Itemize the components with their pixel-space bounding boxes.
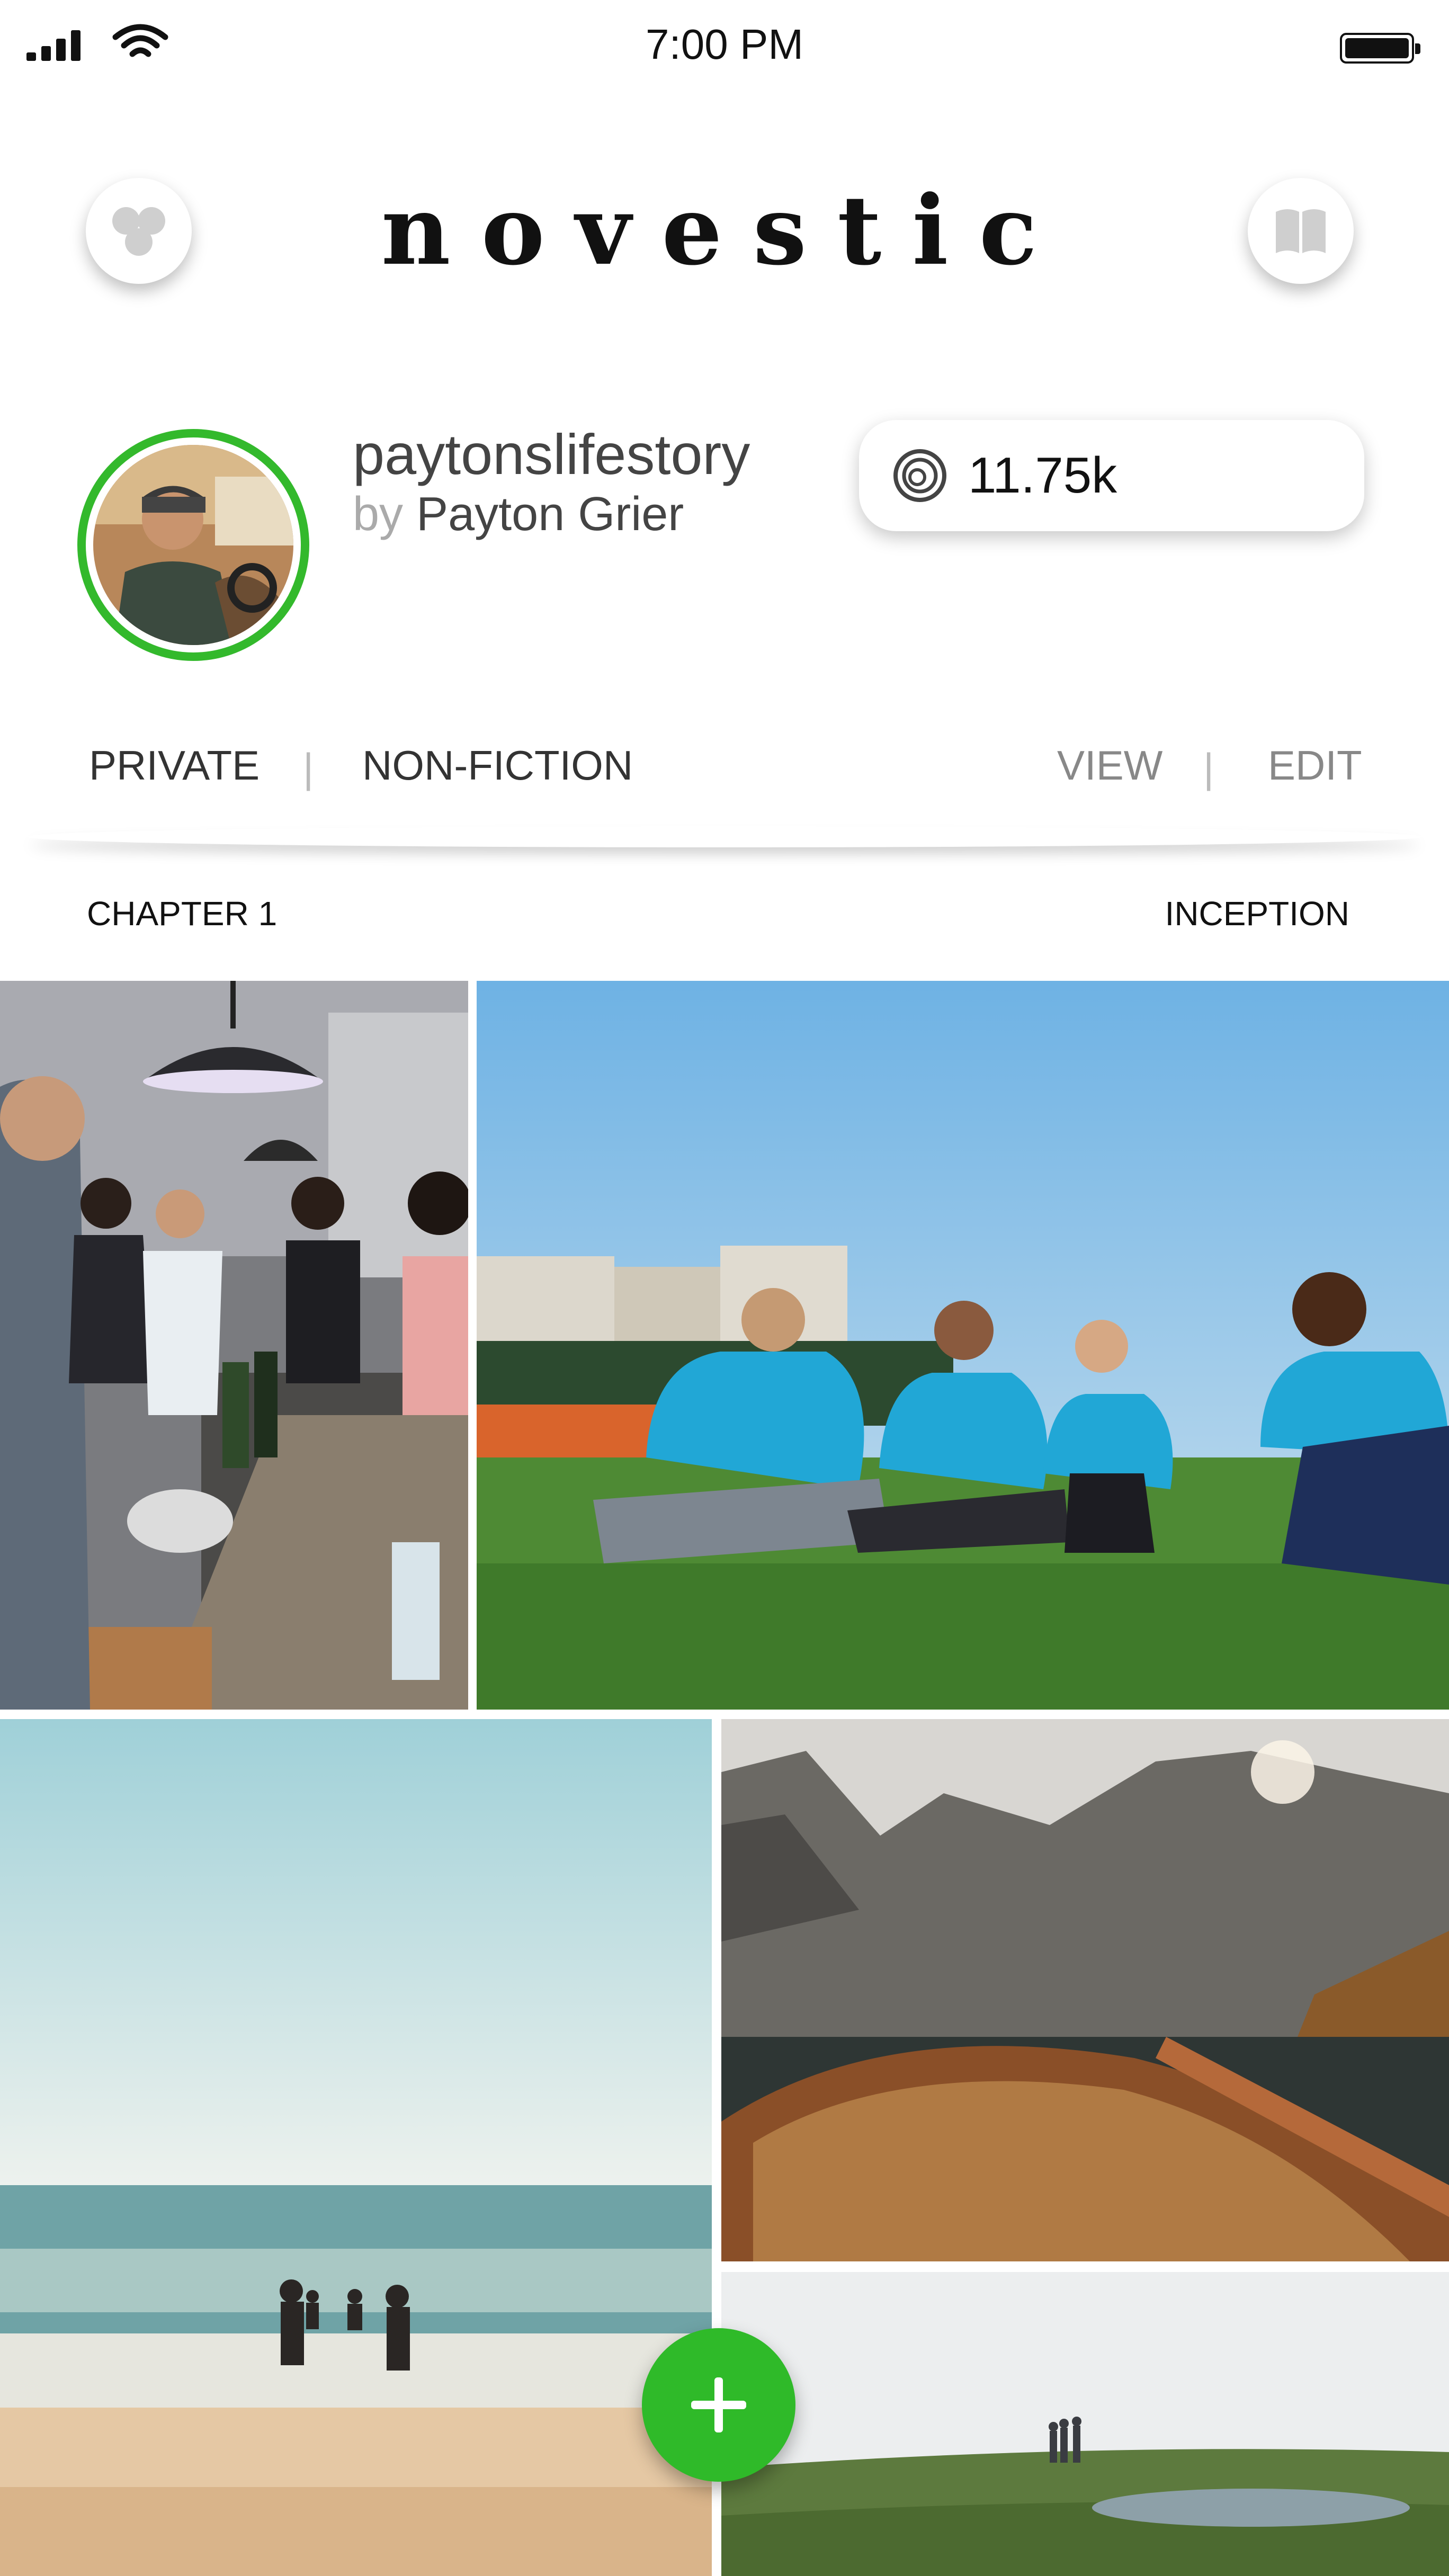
photo-volunteers[interactable] [477, 981, 1449, 1710]
status-time: 7:00 PM [646, 21, 803, 68]
author-byline: by Payton Grier [353, 487, 684, 542]
photo-hill-lake[interactable] [721, 2272, 1449, 2576]
chapter-number: CHAPTER 1 [87, 895, 278, 933]
photo-lake-boat[interactable] [721, 1719, 1449, 2261]
coin-balance-pill[interactable]: 11.75k [859, 420, 1364, 531]
photo-beach[interactable] [0, 1719, 712, 2576]
tab-private[interactable]: PRIVATE [89, 741, 260, 790]
tab-non-fiction[interactable]: NON-FICTION [362, 741, 633, 790]
tab-edit[interactable]: EDIT [1268, 741, 1362, 790]
chapter-title: INCEPTION [1165, 895, 1349, 933]
library-button[interactable] [1248, 178, 1354, 284]
photo-kitchen-party[interactable] [0, 981, 468, 1710]
app-logo: novestic [381, 175, 1068, 287]
add-button[interactable] [642, 2328, 795, 2482]
story-username: paytonslifestory [353, 422, 750, 486]
tabs-divider [26, 826, 1423, 847]
coin-balance-value: 11.75k [968, 447, 1117, 504]
tab-view[interactable]: VIEW [1057, 741, 1162, 790]
book-icon [1276, 209, 1326, 253]
avatar[interactable] [77, 429, 309, 661]
tab-separator: | [303, 745, 314, 791]
plus-icon [691, 2377, 746, 2432]
battery-icon [1340, 33, 1420, 64]
by-label: by [353, 488, 404, 541]
coin-icon [893, 449, 946, 502]
author-name[interactable]: Payton Grier [416, 488, 684, 541]
tab-separator: | [1203, 745, 1214, 791]
